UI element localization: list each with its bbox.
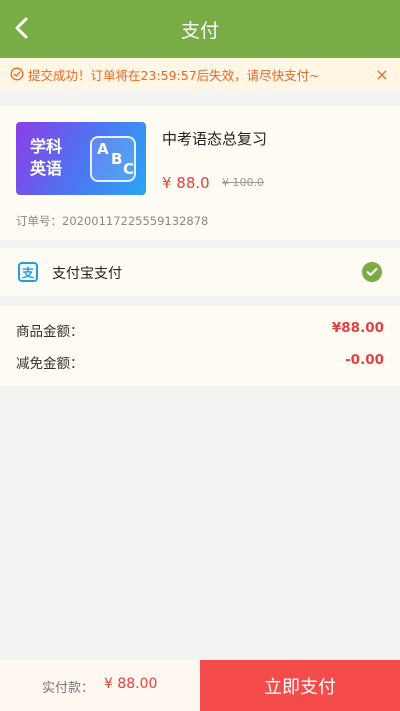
thumbnail-subject: 学科 英语: [30, 136, 62, 180]
close-icon[interactable]: ×: [374, 65, 390, 84]
amount-due-label: 实付款：: [42, 681, 95, 696]
product-title: 中考语态总复习: [162, 130, 268, 148]
pay-now-button[interactable]: 立即支付: [200, 660, 400, 711]
thumbnail-subject-line2: 英语: [30, 159, 63, 178]
thumbnail-subject-line1: 学科: [30, 137, 63, 156]
top-bar: 支付: [0, 0, 400, 58]
abc-letter-b: B: [111, 150, 123, 168]
chevron-left-icon: [15, 17, 28, 39]
goods-amount-label: 商品金额：: [16, 324, 84, 340]
payment-method-label: 支付宝支付: [52, 266, 122, 282]
discount-amount-row: 减免金额： -0.00: [16, 352, 384, 372]
check-glyph: [366, 267, 378, 276]
payment-method-alipay[interactable]: 支 支付宝支付: [0, 248, 400, 296]
page-title: 支付: [180, 19, 219, 42]
product-price: ¥ 88.0: [162, 174, 210, 192]
product-thumbnail: 学科 英语 A B C: [16, 122, 146, 195]
checkout-bar: 实付款： ¥ 88.00 立即支付: [0, 659, 400, 711]
abc-letter-c: C: [123, 160, 135, 178]
order-number: 订单号：20200117225559132878: [16, 214, 209, 228]
abc-letter-a: A: [97, 140, 109, 158]
back-button[interactable]: [6, 13, 36, 43]
amount-due-value: ¥ 88.00: [104, 676, 158, 692]
notice-text: 提交成功！订单将在23:59:57后失效，请尽快支付~: [28, 67, 320, 83]
amount-summary: 商品金额： ¥88.00 减免金额： -0.00: [0, 306, 400, 386]
clock-icon: [10, 67, 24, 81]
discount-amount-value: -0.00: [345, 352, 384, 368]
abc-icon: A B C: [90, 136, 136, 182]
goods-amount-row: 商品金额： ¥88.00: [16, 320, 384, 340]
order-timeout-notice: 提交成功！订单将在23:59:57后失效，请尽快支付~ ×: [0, 58, 400, 90]
checkmark-icon[interactable]: [362, 262, 382, 282]
original-price: ¥ 100.0: [222, 176, 264, 189]
alipay-icon: 支: [18, 262, 38, 282]
discount-amount-label: 减免金额：: [16, 356, 84, 372]
goods-amount-value: ¥88.00: [331, 320, 384, 336]
